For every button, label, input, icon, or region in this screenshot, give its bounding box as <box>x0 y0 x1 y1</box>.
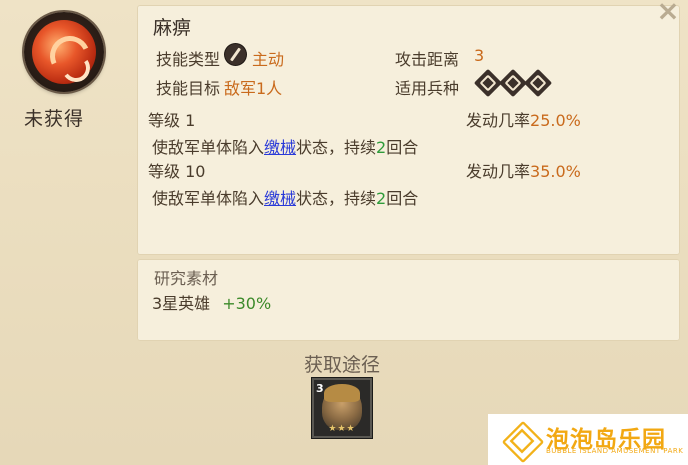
level-1-rate: 发动几率25.0% <box>466 111 581 130</box>
status-unobtained: 未获得 <box>24 108 85 130</box>
skill-type-label: 技能类型 <box>156 50 221 69</box>
attack-range-value: 3 <box>474 46 485 65</box>
active-skill-icon <box>225 44 246 65</box>
hero-level: 3 <box>316 382 324 395</box>
disarm-link[interactable]: 缴械 <box>264 189 296 208</box>
hero-card[interactable]: 3 ★★★ <box>314 380 370 436</box>
disarm-link[interactable]: 缴械 <box>264 138 296 157</box>
level-10-rate: 发动几率35.0% <box>466 162 581 181</box>
acquisition-title: 获取途径 <box>304 354 381 376</box>
troop-type-label: 适用兵种 <box>395 79 460 98</box>
close-icon[interactable]: × <box>652 0 684 25</box>
level-1-description: 使敌军单体陷入缴械状态，持续2回合 <box>152 138 419 157</box>
level-1-label: 等级 1 <box>148 111 196 130</box>
logo-text-en: BUBBLE ISLAND AMUSEMENT PARK <box>546 447 684 455</box>
attack-range-label: 攻击距离 <box>395 50 460 69</box>
skill-info-card <box>137 5 680 255</box>
skill-type-value: 主动 <box>252 50 285 69</box>
skill-name: 麻痹 <box>153 17 192 39</box>
level-10-description: 使敌军单体陷入缴械状态，持续2回合 <box>152 189 419 208</box>
skill-target-label: 技能目标 <box>156 79 221 98</box>
skill-target-value: 敌军1人 <box>224 79 283 98</box>
fire-swirl-icon <box>32 20 96 85</box>
watermark-logo: 泡泡岛乐园 BUBBLE ISLAND AMUSEMENT PARK <box>488 414 688 465</box>
research-material-title: 研究素材 <box>154 269 219 288</box>
hero-stars: ★★★ <box>328 424 356 434</box>
research-material-item: 3星英雄 +30% <box>152 294 272 313</box>
level-10-label: 等级 10 <box>148 162 206 181</box>
skill-icon <box>24 12 104 92</box>
